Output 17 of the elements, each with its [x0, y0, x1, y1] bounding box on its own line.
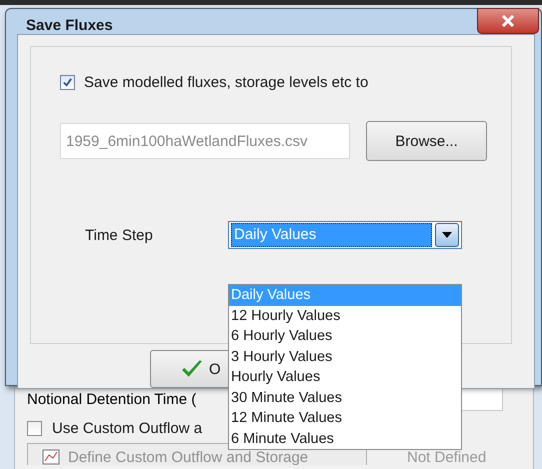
- close-icon: [501, 15, 515, 27]
- checkbox-label: Save modelled fluxes, storage levels etc to: [84, 74, 368, 91]
- checkbox-label: Use Custom Outflow a: [52, 420, 202, 436]
- checkbox[interactable]: [27, 420, 42, 436]
- status-label: Not Defined: [407, 449, 486, 465]
- dropdown-option[interactable]: 30 Minute Values: [229, 388, 461, 408]
- chart-icon: [42, 449, 60, 465]
- checkbox[interactable]: [60, 75, 75, 90]
- detention-label: Notional Detention Time (: [27, 390, 196, 408]
- dropdown-option[interactable]: 12 Minute Values: [229, 408, 461, 428]
- browse-button[interactable]: Browse...: [366, 121, 487, 161]
- checkmark-icon: [181, 359, 203, 379]
- close-button[interactable]: [477, 8, 539, 34]
- dropdown-option[interactable]: 6 Hourly Values: [229, 326, 461, 346]
- time-step-label: Time Step: [85, 226, 154, 244]
- dropdown-option[interactable]: 12 Hourly Values: [229, 306, 461, 326]
- window-title: Save Fluxes: [26, 17, 113, 34]
